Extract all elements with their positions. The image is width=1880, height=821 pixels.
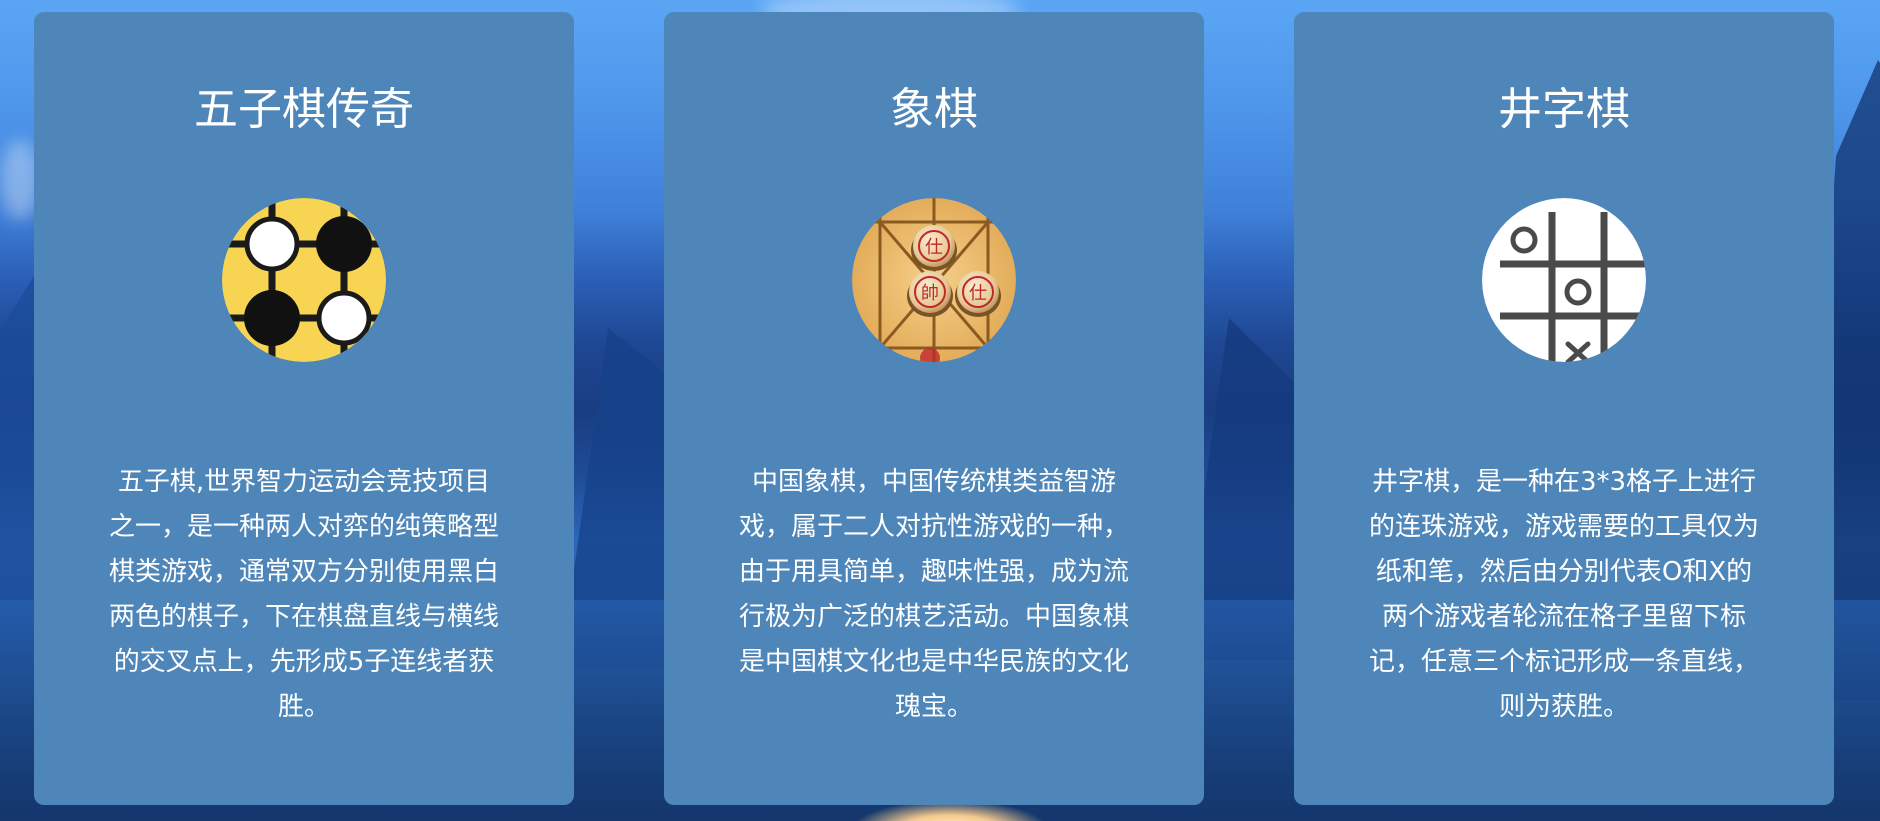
card-description: 井字棋，是一种在3*3格子上进行的连珠游戏，游戏需要的工具仅为纸和笔，然后由分别… <box>1368 467 1759 722</box>
card-description: 五子棋,世界智力运动会竞技项目之一，是一种两人对弈的纯策略型棋类游戏，通常双方分… <box>108 467 499 722</box>
chinese-chess-icon[interactable]: 仕 帥 仕 <box>852 198 1016 362</box>
chess-piece-label: 仕 <box>925 237 943 258</box>
game-card-chinese-chess[interactable]: 象棋 仕 帥 仕 中国象棋，中国传统棋类益智游戏，属于二人对抗性游戏的一种，由于… <box>664 12 1204 805</box>
card-title: 井字棋 <box>1498 84 1630 135</box>
game-card-tic-tac-toe[interactable]: 井字棋 井字棋，是一种在3*3格子上进行的连珠游戏，游戏需要的工具仅为纸和笔，然… <box>1294 12 1834 805</box>
card-title: 象棋 <box>890 84 978 135</box>
tic-tac-toe-icon[interactable] <box>1482 198 1646 362</box>
gomoku-board-icon[interactable] <box>222 198 386 362</box>
chess-piece-label: 仕 <box>969 283 987 304</box>
game-card-list: 五子棋传奇 五子棋,世界智力运动会竞技项目之一，是一种两人对弈的纯策略型棋类游戏… <box>0 0 1880 821</box>
card-description: 中国象棋，中国传统棋类益智游戏，属于二人对抗性游戏的一种，由于用具简单，趣味性强… <box>738 467 1129 722</box>
chess-piece-label: 帥 <box>921 283 939 304</box>
card-title: 五子棋传奇 <box>194 84 414 135</box>
game-card-gomoku[interactable]: 五子棋传奇 五子棋,世界智力运动会竞技项目之一，是一种两人对弈的纯策略型棋类游戏… <box>34 12 574 805</box>
